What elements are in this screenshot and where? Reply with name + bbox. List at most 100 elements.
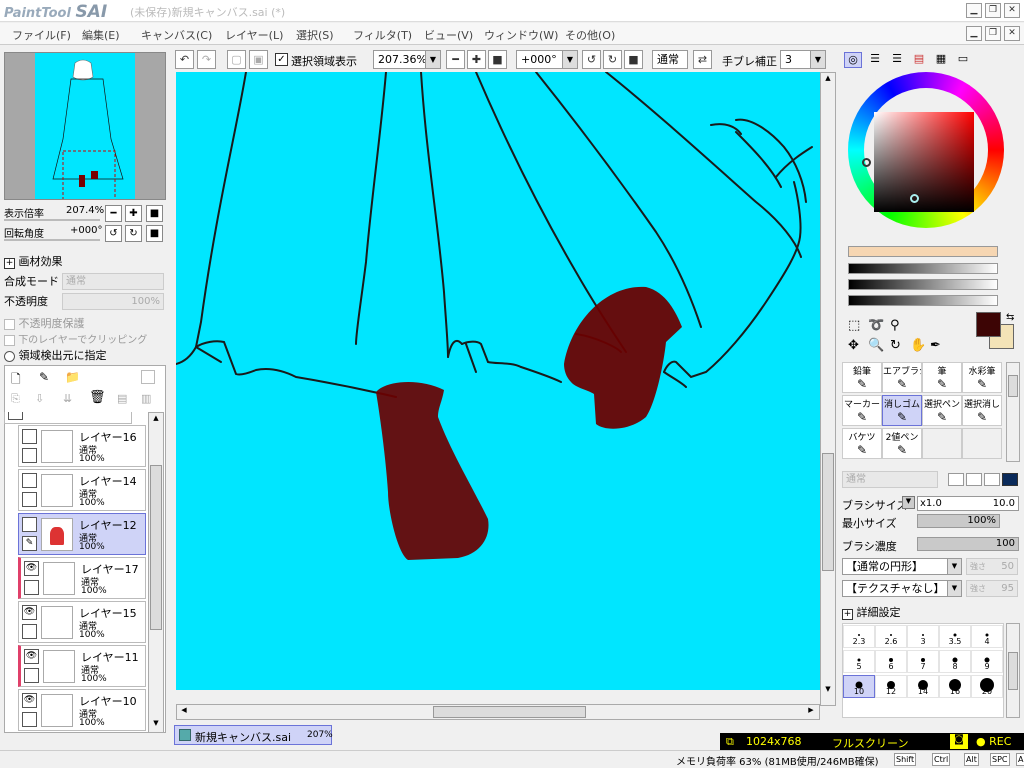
nav-rotate-right-button[interactable]: ↻: [125, 225, 142, 242]
scroll-left-icon[interactable]: ◀: [178, 706, 190, 718]
scratchpad-tab-icon[interactable]: ▭: [954, 52, 972, 68]
lock-toggle[interactable]: [24, 668, 39, 683]
brush-size-preset[interactable]: 16: [939, 675, 971, 698]
canvas-hscroll-thumb[interactable]: [433, 706, 586, 718]
brush-size-preset[interactable]: 3: [907, 625, 939, 648]
rect-select-icon[interactable]: ⬚: [848, 318, 860, 333]
blend-mode-select[interactable]: 通常: [62, 273, 164, 290]
menu-file[interactable]: ファイル(F): [12, 27, 71, 43]
transfer-down-icon[interactable]: ⇩: [35, 392, 44, 405]
preserve-opacity-checkbox[interactable]: 不透明度保護: [4, 315, 85, 331]
color-wheel[interactable]: [848, 72, 1004, 228]
edge-medium-icon[interactable]: [966, 473, 982, 486]
texture-effect-row[interactable]: + 画材効果: [4, 253, 63, 269]
nav-zoom-reset-button[interactable]: ■: [146, 205, 163, 222]
camera-icon[interactable]: ◙: [950, 734, 968, 749]
chevron-down-icon[interactable]: ▼: [902, 496, 915, 509]
brush-presets-scroll-thumb[interactable]: [1008, 652, 1018, 690]
tool-6[interactable]: 選択ペン ✎: [922, 395, 962, 426]
edge-hard-icon[interactable]: [948, 473, 964, 486]
layer-scrollbar[interactable]: ▲ ▼: [148, 412, 164, 733]
view-blend-button[interactable]: 通常: [652, 50, 688, 69]
texture-strength-slider[interactable]: 強さ 95: [966, 580, 1018, 597]
nav-rotate-left-button[interactable]: ↺: [105, 225, 122, 242]
pencil-icon[interactable]: ✎: [22, 536, 37, 551]
layer-item[interactable]: 👁 レイヤー15 通常 100%: [18, 601, 146, 643]
gradation-tab-icon[interactable]: ▤: [910, 52, 928, 68]
drawing-canvas[interactable]: [176, 72, 820, 690]
deselect-button[interactable]: ▢: [227, 50, 246, 69]
zoom-out-button[interactable]: ━: [446, 50, 465, 69]
rotate-slider[interactable]: [4, 239, 100, 241]
flatten-icon[interactable]: ▥: [141, 392, 151, 405]
rotate-tool-icon[interactable]: ↻: [890, 338, 901, 353]
saturation-value-square[interactable]: [874, 112, 974, 212]
magic-wand-icon[interactable]: ⚲: [890, 318, 900, 333]
brush-size-preset[interactable]: 3.5: [939, 625, 971, 648]
zoom-select[interactable]: 207.36% ▼: [373, 50, 441, 69]
tool-1[interactable]: エアブラシ✎: [882, 362, 922, 393]
tool-scroll-thumb[interactable]: [1008, 375, 1018, 397]
layer-item[interactable]: 👁 レイヤー10 通常 100%: [18, 689, 146, 731]
lock-toggle[interactable]: [24, 580, 39, 595]
new-folder-icon[interactable]: 📁: [65, 370, 80, 384]
canvas-vscrollbar[interactable]: ▲ ▼: [820, 72, 836, 706]
move-icon[interactable]: ✥: [848, 338, 859, 353]
brush-size-preset[interactable]: 9: [971, 650, 1003, 673]
scroll-up-icon[interactable]: ▲: [150, 414, 162, 426]
lock-toggle[interactable]: [22, 492, 37, 507]
details-toggle[interactable]: + 詳細設定: [842, 604, 901, 620]
doc-minimize-button[interactable]: ▁: [966, 26, 982, 41]
eye-icon[interactable]: 👁: [22, 693, 37, 708]
brush-size-preset[interactable]: 5: [843, 650, 875, 673]
menu-view[interactable]: ビュー(V): [424, 27, 473, 43]
nav-zoom-in-button[interactable]: ✚: [125, 205, 142, 222]
rotate-reset-button[interactable]: ■: [624, 50, 643, 69]
visibility-toggle[interactable]: [22, 473, 37, 488]
tool-9[interactable]: 2値ペン ✎: [882, 428, 922, 459]
mixer-slider-1[interactable]: [848, 246, 998, 257]
brush-size-preset[interactable]: 7: [907, 650, 939, 673]
mixer-slider-4[interactable]: [848, 295, 998, 306]
layer-item[interactable]: 👁 レイヤー17 通常 100%: [18, 557, 146, 599]
visibility-toggle[interactable]: [22, 517, 37, 532]
mixer-slider-2[interactable]: [848, 263, 998, 274]
scroll-right-icon[interactable]: ▶: [805, 706, 817, 718]
zoom-reset-button[interactable]: ■: [488, 50, 507, 69]
tool-empty-slot[interactable]: [962, 428, 1002, 459]
scroll-down-icon[interactable]: ▼: [150, 719, 162, 731]
tool-8[interactable]: バケツ ✎: [842, 428, 882, 459]
stabilizer-select[interactable]: 3 ▼: [780, 50, 826, 69]
layer-mask-icon[interactable]: [141, 370, 155, 384]
swatches-tab-icon[interactable]: ▦: [932, 52, 950, 68]
close-button[interactable]: ✕: [1004, 3, 1020, 18]
shape-strength-slider[interactable]: 強さ 50: [966, 558, 1018, 575]
zoom-in-button[interactable]: ✚: [467, 50, 486, 69]
lock-toggle[interactable]: [8, 412, 23, 420]
nav-rotate-reset-button[interactable]: ■: [146, 225, 163, 242]
doc-close-button[interactable]: ✕: [1004, 26, 1020, 41]
hand-icon[interactable]: ✋: [910, 338, 926, 353]
opacity-slider[interactable]: 100%: [62, 293, 164, 310]
doc-restore-button[interactable]: ❐: [985, 26, 1001, 41]
redo-button[interactable]: ↷: [197, 50, 216, 69]
rec-button[interactable]: ● REC: [976, 735, 1011, 748]
menu-edit[interactable]: 編集(E): [82, 27, 120, 43]
menu-select[interactable]: 選択(S): [296, 27, 334, 43]
selection-show-checkbox[interactable]: ✓: [275, 53, 288, 66]
zoom-slider[interactable]: [4, 219, 100, 221]
layer-item[interactable]: ✎ レイヤー12 通常 100%: [18, 513, 146, 555]
scroll-down-icon[interactable]: ▼: [822, 685, 834, 697]
trash-icon[interactable]: 🗑: [89, 390, 106, 405]
undo-button[interactable]: ↶: [175, 50, 194, 69]
layer-item[interactable]: レイヤー14 通常 100%: [18, 469, 146, 511]
canvas-hscrollbar[interactable]: ◀ ▶: [176, 704, 820, 720]
visibility-toggle[interactable]: [22, 429, 37, 444]
tool-3[interactable]: 水彩筆 ✎: [962, 362, 1002, 393]
rgb-slider-tab-icon[interactable]: ☰: [866, 52, 884, 68]
zoom-tool-icon[interactable]: 🔍: [868, 338, 884, 353]
lock-toggle[interactable]: [22, 448, 37, 463]
tool-2[interactable]: 筆 ✎: [922, 362, 962, 393]
nav-zoom-out-button[interactable]: ━: [105, 205, 122, 222]
brush-shape-select[interactable]: 【通常の円形】 ▼: [842, 558, 962, 575]
